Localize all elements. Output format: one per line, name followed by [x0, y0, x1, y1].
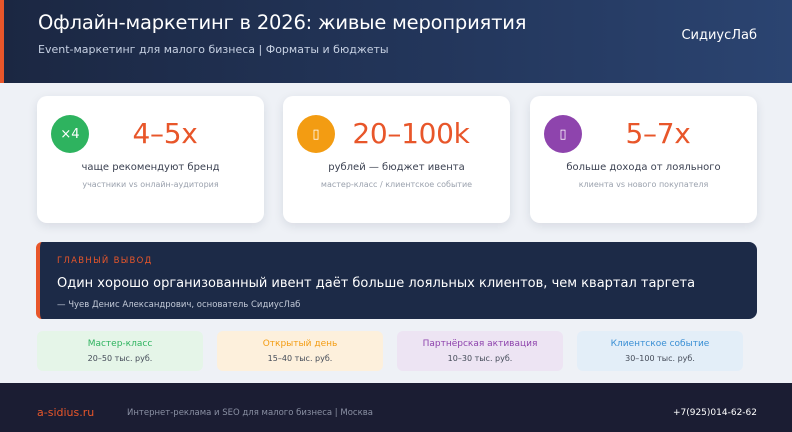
stat-card-loyalty: ▯ 5–7x больше дохода от лояльного клиент… — [530, 96, 757, 223]
format-price: 10–30 тыс. руб. — [447, 354, 513, 363]
footer-bar: a-sidius.ru Интернет-реклама и SEO для м… — [0, 383, 792, 432]
page-subtitle: Event-маркетинг для малого бизнеса | Фор… — [38, 43, 389, 56]
format-price: 20–50 тыс. руб. — [87, 354, 153, 363]
stat-card-recommend: ×4 4–5x чаще рекомендуют бренд участники… — [37, 96, 264, 223]
stat-note: мастер-класс / клиентское событие — [320, 180, 473, 189]
page-title: Офлайн-маркетинг в 2026: живые мероприят… — [38, 11, 527, 34]
takeaway-quote: Один хорошо организованный ивент даёт бо… — [57, 276, 696, 291]
stat-label: чаще рекомендуют бренд — [81, 162, 220, 173]
site-link[interactable]: a-sidius.ru — [37, 406, 94, 419]
phone-number[interactable]: +7(925)014-62-62 — [673, 408, 757, 418]
format-tile-open-day: Открытый день 15–40 тыс. руб. — [217, 331, 383, 371]
footer-description: Интернет-реклама и SEO для малого бизнес… — [127, 408, 373, 418]
format-tile-partner: Партнёрская активация 10–30 тыс. руб. — [397, 331, 563, 371]
format-name: Мастер-класс — [87, 339, 153, 349]
format-name: Партнёрская активация — [422, 339, 538, 349]
stat-card-budget: ▯ 20–100k рублей — бюджет ивента мастер-… — [283, 96, 510, 223]
key-takeaway-panel: ГЛАВНЫЙ ВЫВОД Один хорошо организованный… — [36, 242, 757, 319]
stat-value: 5–7x — [625, 117, 691, 150]
stat-note: участники vs онлайн-аудитория — [82, 180, 219, 189]
takeaway-author: — Чуев Денис Александрович, основатель С… — [57, 300, 301, 310]
format-tile-masterclass: Мастер-класс 20–50 тыс. руб. — [37, 331, 203, 371]
stat-note: клиента vs нового покупателя — [578, 180, 709, 189]
takeaway-kicker: ГЛАВНЫЙ ВЫВОД — [57, 256, 153, 266]
format-price: 15–40 тыс. руб. — [267, 354, 333, 363]
format-price: 30–100 тыс. руб. — [625, 354, 695, 363]
stat-value: 4–5x — [132, 117, 198, 150]
format-tile-client-event: Клиентское событие 30–100 тыс. руб. — [577, 331, 743, 371]
header-banner: Офлайн-маркетинг в 2026: живые мероприят… — [0, 0, 792, 83]
brand-name: СидиусЛаб — [681, 28, 757, 43]
stat-value: 20–100k — [352, 117, 470, 150]
stat-label: рублей — бюджет ивента — [328, 162, 465, 173]
format-name: Клиентское событие — [610, 339, 710, 349]
stat-label: больше дохода от лояльного — [566, 162, 721, 173]
format-name: Открытый день — [262, 339, 338, 349]
